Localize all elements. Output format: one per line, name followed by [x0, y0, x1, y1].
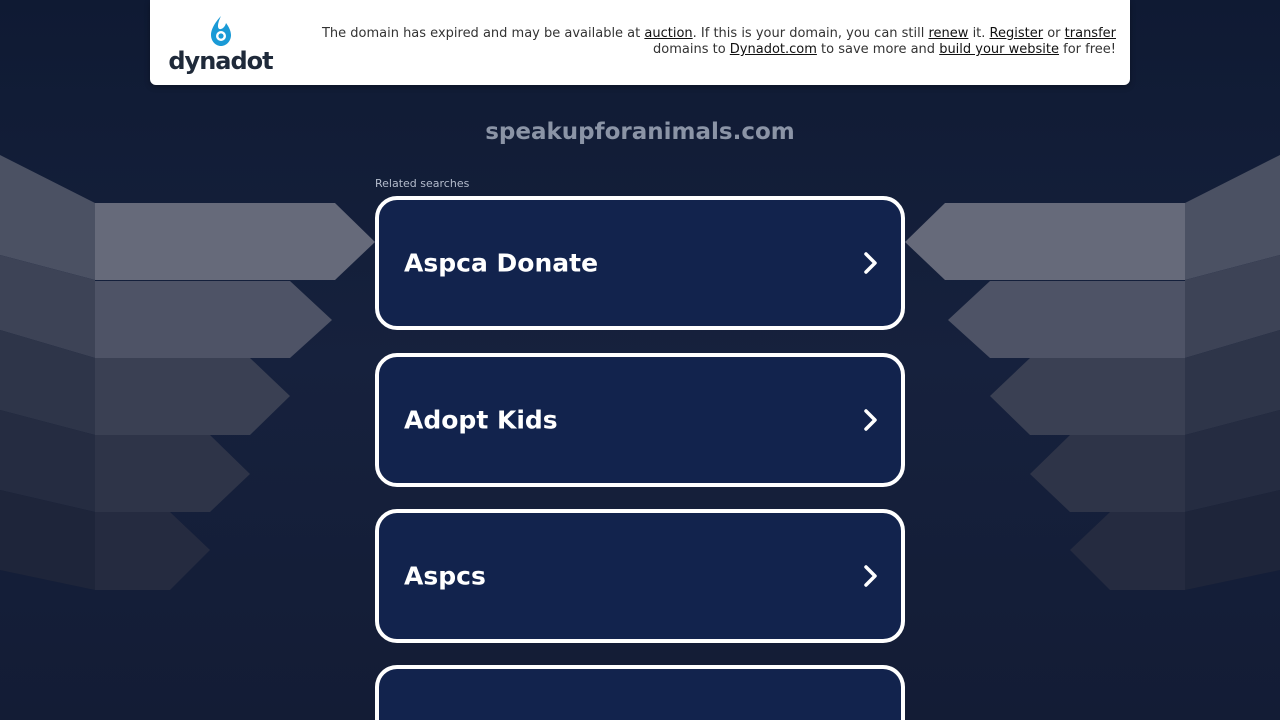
auction-link[interactable]: auction [644, 26, 692, 41]
search-result-label: Adopt Kids [404, 405, 558, 435]
renew-link[interactable]: renew [929, 26, 969, 41]
dynadot-logo[interactable]: dynadot [168, 12, 274, 78]
notice-text: to save more and [816, 42, 940, 57]
build-website-link[interactable]: build your website [939, 42, 1059, 57]
dynadot-link[interactable]: Dynadot.com [730, 42, 817, 57]
register-link[interactable]: Register [990, 26, 1044, 41]
related-searches-label: Related searches [375, 177, 470, 190]
expired-domain-notice: The domain has expired and may be availa… [316, 26, 1116, 58]
notice-text: or [1043, 26, 1065, 41]
notice-text: . If this is your domain, you can still [692, 26, 929, 41]
notice-line-1: The domain has expired and may be availa… [316, 26, 1116, 42]
search-result-label: Aspcs [404, 561, 486, 591]
notice-text: for free! [1059, 42, 1116, 57]
search-result-label: Aspca Donate [404, 248, 599, 278]
notice-text: it. [968, 26, 990, 41]
search-result-card[interactable]: Aspca Donate [375, 196, 905, 330]
search-result-card[interactable]: Adopt Kids [375, 353, 905, 487]
top-banner: dynadot The domain has expired and may b… [150, 0, 1130, 85]
logo-text: dynadot [168, 47, 273, 75]
chevron-right-icon [864, 252, 877, 274]
domain-name-title: speakupforanimals.com [485, 119, 795, 145]
chevron-right-icon [864, 409, 877, 431]
dynadot-drop-icon [210, 16, 231, 46]
notice-line-2: domains to Dynadot.com to save more and … [316, 42, 1116, 58]
transfer-link[interactable]: transfer [1065, 26, 1116, 41]
notice-text: The domain has expired and may be availa… [321, 26, 645, 41]
notice-text: domains to [653, 42, 730, 57]
chevron-right-icon [864, 565, 877, 587]
search-result-card[interactable] [375, 665, 905, 720]
search-result-card[interactable]: Aspcs [375, 509, 905, 643]
